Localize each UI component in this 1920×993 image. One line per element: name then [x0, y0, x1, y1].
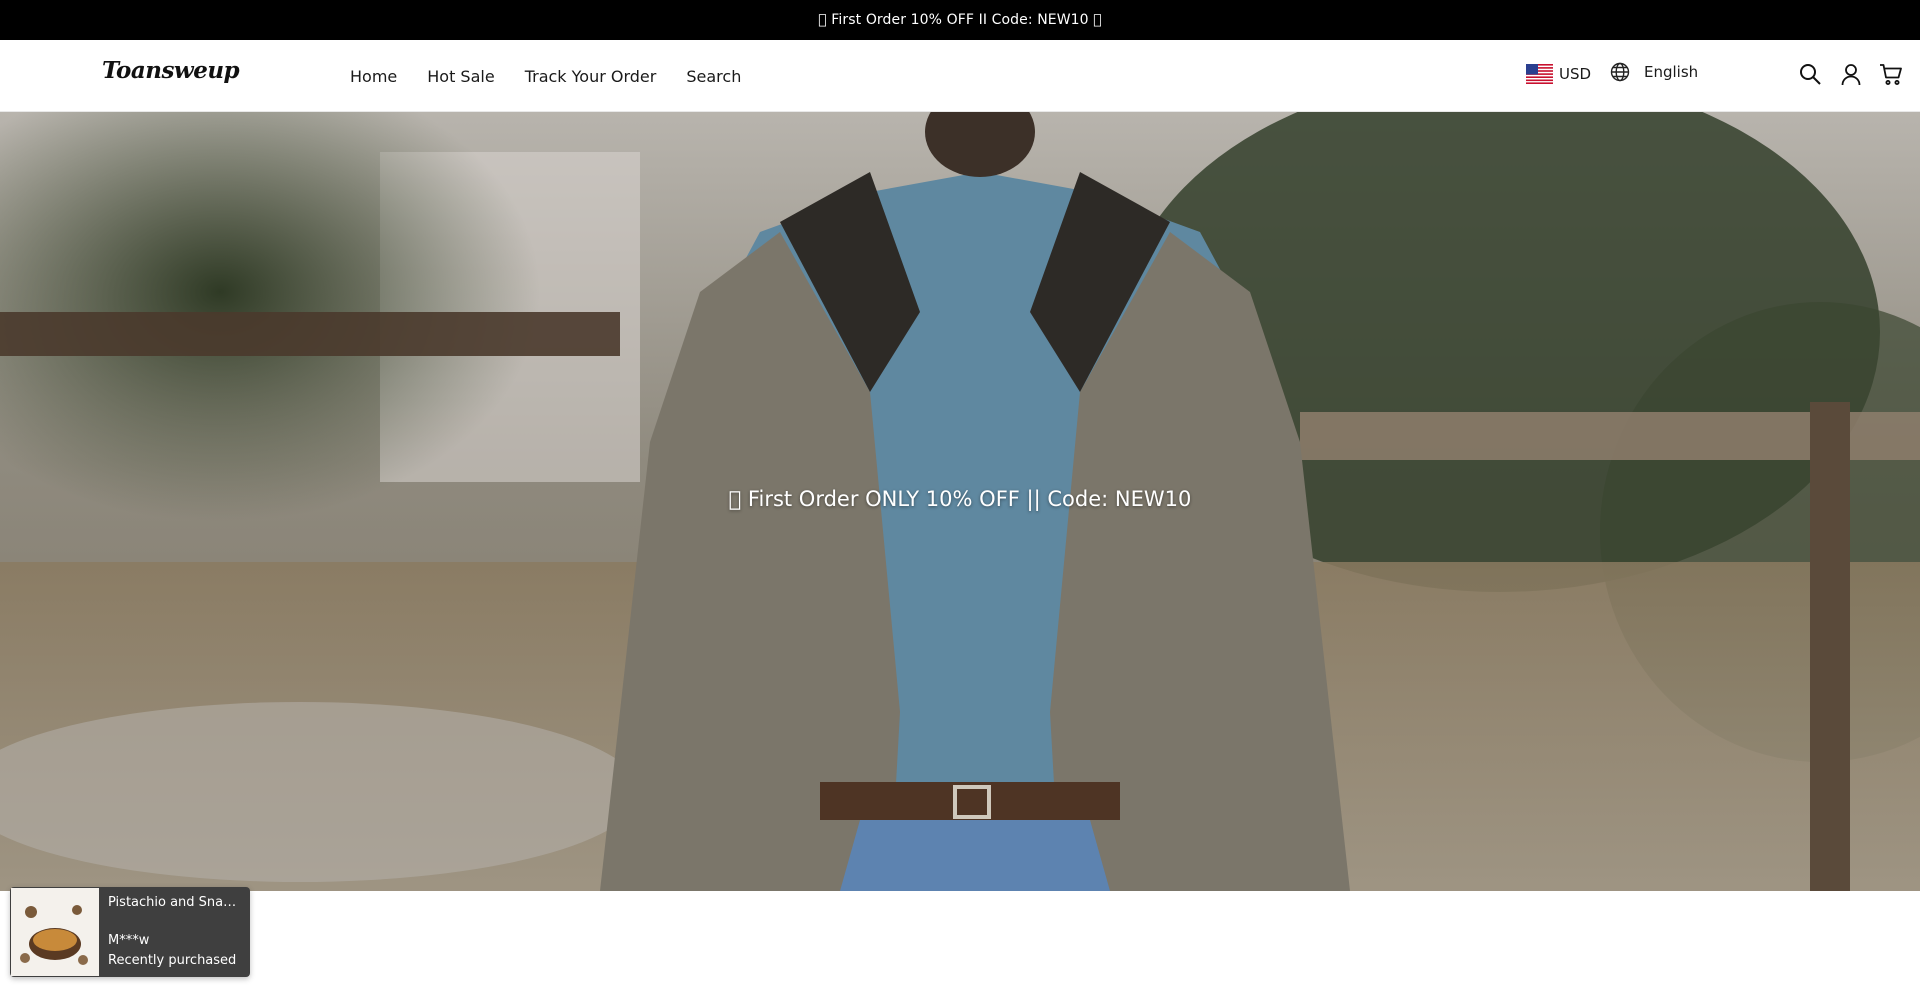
globe-icon — [1610, 62, 1630, 82]
nav-search[interactable]: Search — [686, 67, 741, 86]
site-header: Toansweup Home Hot Sale Track Your Order… — [0, 40, 1920, 112]
search-icon[interactable] — [1798, 62, 1824, 88]
us-flag-icon — [1526, 64, 1553, 84]
hero-promo-text:   First Order ONLY 10% OFF || Code: NEW1… — [728, 487, 1192, 511]
currency-selector[interactable]: USD — [1526, 64, 1591, 84]
recent-purchase-popup[interactable]: Pistachio and Snac... M***w Recently pur… — [10, 887, 250, 977]
popup-product-name: Pistachio and Snac... — [108, 895, 242, 910]
popup-status: Recently purchased — [108, 953, 237, 968]
currency-label: USD — [1559, 65, 1592, 83]
language-label: English — [1644, 63, 1699, 81]
nav-track-order[interactable]: Track Your Order — [525, 67, 657, 86]
language-selector[interactable]: English — [1610, 62, 1698, 82]
nav-home[interactable]: Home — [350, 67, 397, 86]
product-thumbnail — [11, 888, 99, 976]
hero-banner[interactable]:   First Order ONLY 10% OFF || Code: NEW1… — [0, 112, 1920, 891]
account-icon[interactable] — [1839, 62, 1865, 88]
site-logo[interactable]: Toansweup — [102, 57, 240, 84]
main-nav: Home Hot Sale Track Your Order Search — [350, 40, 771, 112]
cart-icon[interactable] — [1879, 62, 1905, 88]
nav-hot-sale[interactable]: Hot Sale — [427, 67, 494, 86]
announcement-text:   First Order 10% OFF II Code: NEW10   — [818, 12, 1102, 28]
popup-buyer: M***w — [108, 933, 150, 948]
header-tools: USD English — [1500, 40, 1920, 112]
announcement-bar:   First Order 10% OFF II Code: NEW10   — [0, 0, 1920, 40]
